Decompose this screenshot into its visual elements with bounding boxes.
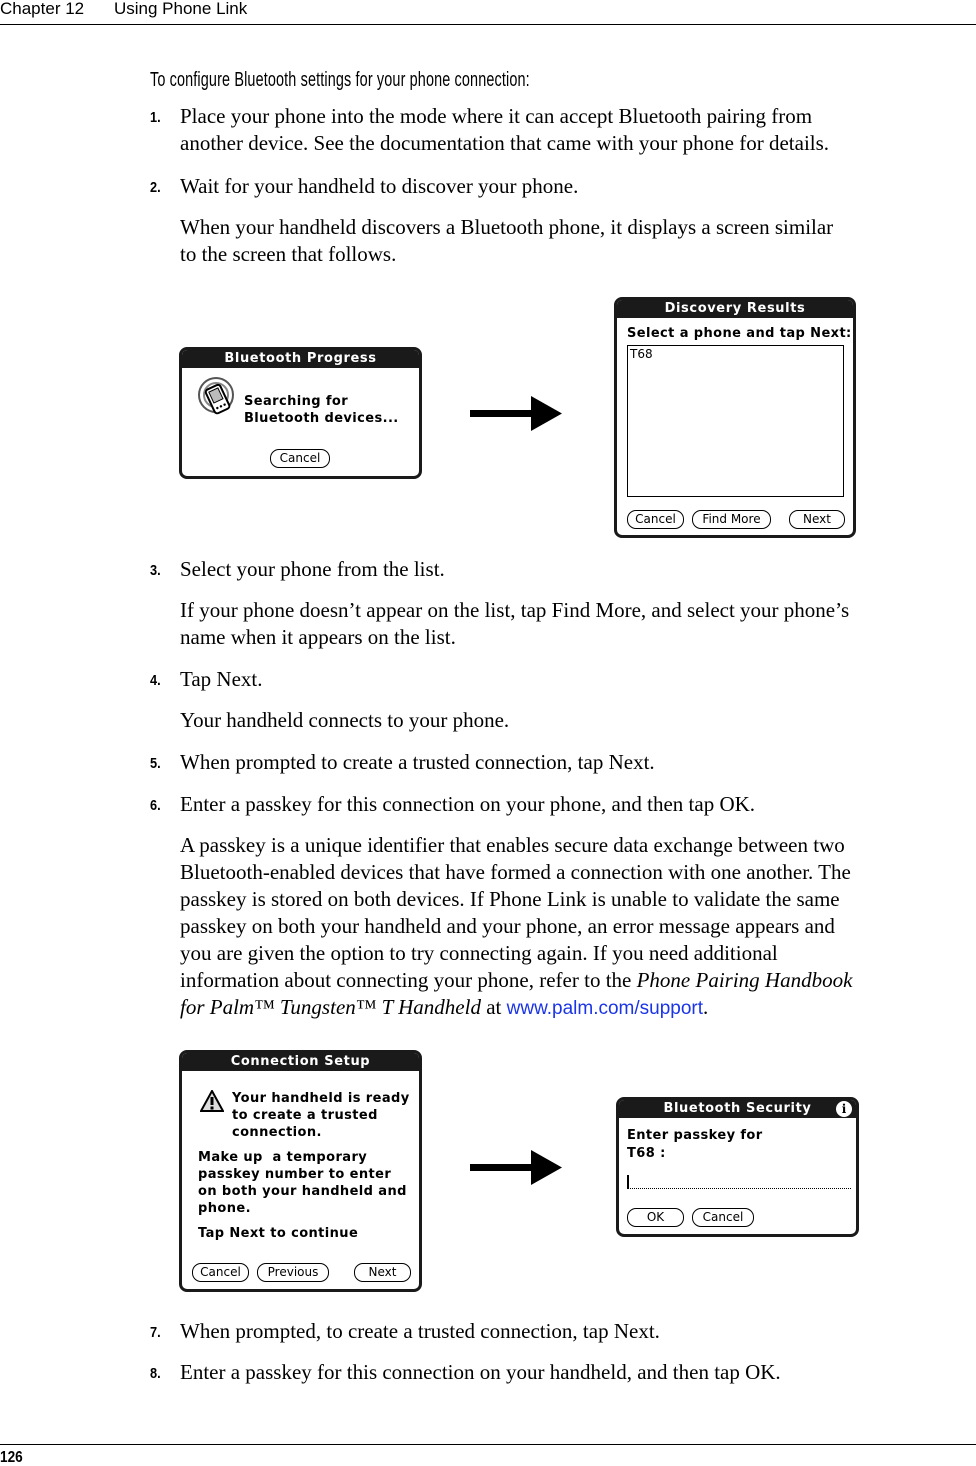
screen-title: Connection Setup	[182, 1053, 419, 1071]
chapter-title: Using Phone Link	[114, 0, 248, 18]
paragraph: Your handheld connects to your phone.	[180, 707, 976, 734]
paragraph-line: A passkey is a unique identifier that en…	[180, 833, 845, 857]
alert-text: to create a trusted	[232, 1108, 378, 1123]
paragraph-line: you are given the option to try connecti…	[180, 941, 778, 965]
paragraph-line: information about connecting your phone,…	[180, 968, 637, 992]
status-message: Bluetooth devices...	[244, 411, 399, 426]
screen-title: Discovery Results	[617, 300, 853, 318]
text-cursor	[627, 1175, 629, 1189]
cancel-button[interactable]: Cancel	[627, 510, 684, 529]
body-text: Make up a temporary	[198, 1150, 368, 1165]
warning-icon	[199, 1088, 225, 1112]
paragraph-line: name when it appears on the list.	[180, 625, 456, 649]
phone-list[interactable]: T68	[627, 345, 844, 497]
select-prompt: Select a phone and tap Next:	[627, 326, 852, 341]
paragraph: Bluetooth-enabled devices that have form…	[180, 859, 976, 886]
procedure-heading: To configure Bluetooth settings for your…	[150, 69, 530, 91]
find-more-button[interactable]: Find More	[692, 510, 771, 529]
arrow-right-icon	[470, 396, 562, 431]
step-text: Tap Next.	[180, 667, 263, 691]
paragraph: you are given the option to try connecti…	[180, 940, 976, 967]
paragraph-line: When your handheld discovers a Bluetooth…	[180, 215, 834, 239]
paragraph: passkey on both your handheld and your p…	[180, 913, 976, 940]
paragraph: When your handheld discovers a Bluetooth…	[180, 214, 976, 241]
page-number: 126	[0, 1449, 23, 1466]
step-number: 3.	[150, 562, 161, 579]
running-head: Chapter 12 Using Phone Link	[0, 0, 976, 24]
cancel-button[interactable]: Cancel	[192, 1263, 249, 1282]
paragraph-line: to the screen that follows.	[180, 242, 397, 266]
screen-title: Bluetooth Security	[619, 1100, 856, 1118]
body-text: passkey number to enter	[198, 1167, 392, 1182]
ok-button[interactable]: OK	[627, 1208, 684, 1227]
paragraph: name when it appears on the list.	[180, 624, 976, 651]
paragraph-line: Your handheld connects to your phone.	[180, 708, 510, 732]
book-title: Phone Pairing Handbook	[636, 968, 853, 992]
paragraph: passkey is stored on both devices. If Ph…	[180, 886, 976, 913]
next-button[interactable]: Next	[789, 510, 845, 529]
screen-title: Bluetooth Progress	[182, 350, 419, 368]
cancel-button[interactable]: Cancel	[692, 1208, 754, 1227]
paragraph-line: passkey on both your handheld and your p…	[180, 914, 835, 938]
paragraph: If your phone doesn’t appear on the list…	[180, 597, 976, 624]
step-number: 5.	[150, 755, 161, 772]
alert-text: connection.	[232, 1125, 322, 1140]
screen-title-text: Bluetooth Security	[663, 1101, 812, 1116]
step-number: 1.	[150, 109, 161, 126]
step-text: another device. See the documentation th…	[180, 131, 830, 155]
header-rule	[0, 24, 976, 25]
paragraph: for Palm™ Tungsten™ T Handheld at www.pa…	[180, 994, 976, 1022]
instruction-text: Tap Next to continue	[198, 1226, 359, 1241]
cancel-button[interactable]: Cancel	[270, 449, 330, 468]
step-text: Place your phone into the mode where it …	[180, 104, 813, 128]
step-number: 8.	[150, 1365, 161, 1382]
list-item[interactable]: T68	[630, 347, 653, 362]
body-text: phone.	[198, 1201, 251, 1216]
step-number: 2.	[150, 179, 161, 196]
paragraph-line: passkey is stored on both devices. If Ph…	[180, 887, 840, 911]
step-text: When prompted, to create a trusted conne…	[180, 1319, 660, 1343]
connection-setup-screen: Connection Setup Your handheld is ready …	[179, 1050, 422, 1292]
body-text: on both your handheld and	[198, 1184, 407, 1199]
info-icon[interactable]: i	[836, 1101, 852, 1117]
support-link[interactable]: www.palm.com/support	[507, 998, 703, 1019]
paragraph: to the screen that follows.	[180, 241, 976, 268]
next-button[interactable]: Next	[354, 1263, 411, 1282]
passkey-prompt: Enter passkey for	[627, 1128, 763, 1143]
paragraph-text: at	[480, 995, 507, 1019]
footer-rule	[0, 1444, 976, 1445]
step-text: Enter a passkey for this connection on y…	[180, 1360, 781, 1384]
bluetooth-progress-screen: Bluetooth Progress Searching for Bluetoo…	[179, 347, 422, 479]
paragraph: A passkey is a unique identifier that en…	[180, 832, 976, 859]
passkey-input[interactable]	[627, 1173, 851, 1189]
paragraph-line: Bluetooth-enabled devices that have form…	[180, 860, 851, 884]
discovery-results-screen: Discovery Results Select a phone and tap…	[614, 297, 856, 538]
alert-text: Your handheld is ready	[232, 1091, 410, 1106]
paragraph: information about connecting your phone,…	[180, 967, 976, 994]
status-message: Searching for	[244, 394, 349, 409]
arrow-right-icon	[470, 1150, 562, 1185]
step-number: 7.	[150, 1324, 161, 1341]
step-number: 4.	[150, 672, 161, 689]
bluetooth-security-screen: Bluetooth Security i Enter passkey for T…	[616, 1097, 859, 1237]
paragraph-line: If your phone doesn’t appear on the list…	[180, 598, 850, 622]
chapter-label: Chapter 12	[0, 0, 85, 18]
step-text: Enter a passkey for this connection on y…	[180, 792, 756, 816]
book-title: for Palm™ Tungsten™ T Handheld	[180, 995, 481, 1019]
step-number: 6.	[150, 797, 161, 814]
step-text: Select your phone from the list.	[180, 557, 445, 581]
device-name: T68 :	[627, 1146, 666, 1161]
previous-button[interactable]: Previous	[257, 1263, 329, 1282]
handheld-signal-icon	[196, 376, 240, 420]
step-text: When prompted to create a trusted connec…	[180, 750, 655, 774]
step-text: Wait for your handheld to discover your …	[180, 174, 579, 198]
paragraph-text: .	[703, 995, 709, 1019]
